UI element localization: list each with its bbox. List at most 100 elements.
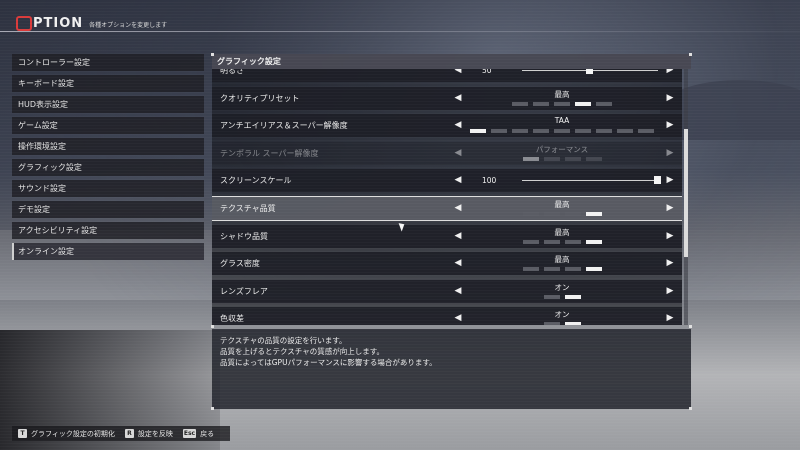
arrow-left-icon[interactable]: ◀ bbox=[452, 312, 464, 324]
footer-hint-label: グラフィック設定の初期化 bbox=[31, 429, 115, 438]
arrow-left-icon[interactable]: ◀ bbox=[452, 202, 464, 214]
arrow-right-icon[interactable]: ▶ bbox=[664, 257, 676, 269]
level-segment bbox=[543, 267, 560, 272]
setting-row[interactable]: スクリーンスケール ◀ ▶ 100 bbox=[212, 169, 682, 193]
level-segment bbox=[522, 239, 539, 244]
level-segment bbox=[522, 267, 539, 272]
frame-corner bbox=[211, 325, 214, 328]
scrollbar-thumb[interactable] bbox=[684, 129, 688, 258]
sidebar-item-graphics[interactable]: グラフィック設定 bbox=[12, 159, 204, 176]
description-line: 品質によってはGPUパフォーマンスに影響する場合があります。 bbox=[220, 358, 437, 367]
arrow-right-icon[interactable]: ▶ bbox=[664, 92, 676, 104]
setting-value: 最高 bbox=[554, 89, 570, 99]
setting-row[interactable]: グラス密度 ◀ ▶ 最高 bbox=[212, 252, 682, 276]
setting-row[interactable]: 色収差 ◀ ▶ オン bbox=[212, 307, 682, 325]
setting-row[interactable]: テンポラル スーパー解像度 ◀ ▶ パフォーマンス bbox=[212, 141, 682, 165]
level-indicator bbox=[543, 322, 586, 325]
footer-hint[interactable]: T グラフィック設定の初期化 bbox=[18, 429, 115, 439]
setting-row[interactable]: クオリティプリセット ◀ ▶ 最高 bbox=[212, 86, 682, 110]
key-icon: R bbox=[124, 429, 134, 438]
level-segment bbox=[638, 129, 654, 134]
level-segment bbox=[554, 101, 570, 106]
setting-label: スクリーンスケール bbox=[220, 176, 292, 186]
sidebar-item-control-env[interactable]: 操作環境設定 bbox=[12, 138, 204, 155]
option-logo: PTION bbox=[16, 16, 83, 31]
description-line: テクスチャの品質の設定を行います。 bbox=[220, 336, 347, 345]
logo-o-mark bbox=[16, 16, 32, 31]
level-segment bbox=[596, 101, 612, 106]
level-segment bbox=[512, 129, 528, 134]
level-segment bbox=[533, 101, 549, 106]
arrow-right-icon[interactable]: ▶ bbox=[664, 312, 676, 324]
sidebar-item-game[interactable]: ゲーム設定 bbox=[12, 117, 204, 134]
level-segment bbox=[564, 267, 581, 272]
level-segment bbox=[512, 101, 528, 106]
setting-label: 明るさ bbox=[220, 69, 244, 75]
footer-hint-label: 設定を反映 bbox=[137, 429, 173, 438]
level-indicator bbox=[522, 211, 607, 216]
setting-label: レンズフレア bbox=[220, 286, 268, 296]
level-segment bbox=[575, 101, 591, 106]
scrollbar[interactable] bbox=[684, 69, 688, 325]
sidebar-item-accessibility[interactable]: アクセシビリティ設定 bbox=[12, 222, 204, 239]
graphics-panel: グラフィック設定 明るさ ◀ ▶ 50 クオリティプリセット ◀ ▶ 最高 アンチエイリアス＆ス… bbox=[211, 53, 692, 410]
arrow-left-icon[interactable]: ◀ bbox=[452, 69, 464, 76]
slider-knob[interactable] bbox=[654, 176, 661, 185]
arrow-left-icon[interactable]: ◀ bbox=[452, 147, 464, 159]
arrow-left-icon[interactable]: ◀ bbox=[452, 285, 464, 297]
level-indicator bbox=[522, 267, 607, 272]
arrow-right-icon[interactable]: ▶ bbox=[664, 230, 676, 242]
footer-hint[interactable]: Esc 戻る bbox=[182, 429, 215, 439]
setting-value: オン bbox=[554, 310, 570, 320]
arrow-right-icon[interactable]: ▶ bbox=[664, 147, 676, 159]
level-indicator bbox=[470, 129, 659, 134]
level-indicator bbox=[522, 156, 607, 161]
header-subtitle: 各種オプションを変更します bbox=[89, 22, 168, 29]
level-segment bbox=[522, 156, 539, 161]
arrow-left-icon[interactable]: ◀ bbox=[452, 174, 464, 186]
arrow-right-icon[interactable]: ▶ bbox=[664, 285, 676, 297]
setting-row[interactable]: アンチエイリアス＆スーパー解像度 ◀ ▶ TAA bbox=[212, 114, 682, 138]
logo-text: PTION bbox=[33, 16, 84, 31]
sidebar-item-demo[interactable]: デモ設定 bbox=[12, 201, 204, 218]
description-box: テクスチャの品質の設定を行います。 品質を上げるとテクスチャの質感が向上します。… bbox=[212, 329, 691, 409]
frame-corner bbox=[689, 53, 692, 56]
arrow-left-icon[interactable]: ◀ bbox=[452, 92, 464, 104]
setting-value: TAA bbox=[554, 116, 570, 126]
setting-label: テンポラル スーパー解像度 bbox=[220, 148, 319, 158]
level-segment bbox=[543, 322, 560, 325]
level-segment bbox=[585, 267, 602, 272]
level-segment bbox=[543, 294, 560, 299]
slider-value: 100 bbox=[482, 176, 497, 186]
arrow-right-icon[interactable]: ▶ bbox=[664, 69, 676, 76]
arrow-right-icon[interactable]: ▶ bbox=[664, 119, 676, 131]
setting-label: シャドウ品質 bbox=[220, 231, 268, 241]
frame-corner bbox=[211, 407, 214, 410]
setting-row[interactable]: シャドウ品質 ◀ ▶ 最高 bbox=[212, 224, 682, 248]
arrow-left-icon[interactable]: ◀ bbox=[452, 119, 464, 131]
arrow-right-icon[interactable]: ▶ bbox=[664, 202, 676, 214]
setting-row[interactable]: レンズフレア ◀ ▶ オン bbox=[212, 279, 682, 303]
arrow-left-icon[interactable]: ◀ bbox=[452, 257, 464, 269]
level-segment bbox=[564, 211, 581, 216]
level-segment bbox=[491, 129, 507, 134]
level-segment bbox=[554, 129, 570, 134]
setting-row[interactable]: テクスチャ品質 ◀ ▶ 最高 bbox=[212, 195, 682, 221]
slider-track[interactable] bbox=[522, 180, 658, 182]
arrow-left-icon[interactable]: ◀ bbox=[452, 230, 464, 242]
key-icon: Esc bbox=[182, 429, 197, 438]
sidebar-item-hud[interactable]: HUD表示設定 bbox=[12, 96, 204, 113]
level-segment bbox=[543, 156, 560, 161]
arrow-right-icon[interactable]: ▶ bbox=[664, 174, 676, 186]
level-indicator bbox=[522, 239, 607, 244]
footer-hint-label: 戻る bbox=[200, 429, 215, 438]
sidebar-item-keyboard[interactable]: キーボード設定 bbox=[12, 75, 204, 92]
slider-knob[interactable] bbox=[586, 69, 593, 74]
settings-list[interactable]: 明るさ ◀ ▶ 50 クオリティプリセット ◀ ▶ 最高 アンチエイリアス＆スーパー解像度 ◀ ▶ T… bbox=[212, 69, 682, 325]
sidebar-item-controller[interactable]: コントローラー設定 bbox=[12, 54, 204, 71]
sidebar-item-sound[interactable]: サウンド設定 bbox=[12, 180, 204, 197]
setting-value: 最高 bbox=[554, 199, 570, 209]
setting-row[interactable]: 明るさ ◀ ▶ 50 bbox=[212, 69, 682, 82]
footer-hint[interactable]: R 設定を反映 bbox=[124, 429, 173, 439]
sidebar-item-online[interactable]: オンライン設定 bbox=[12, 243, 204, 260]
